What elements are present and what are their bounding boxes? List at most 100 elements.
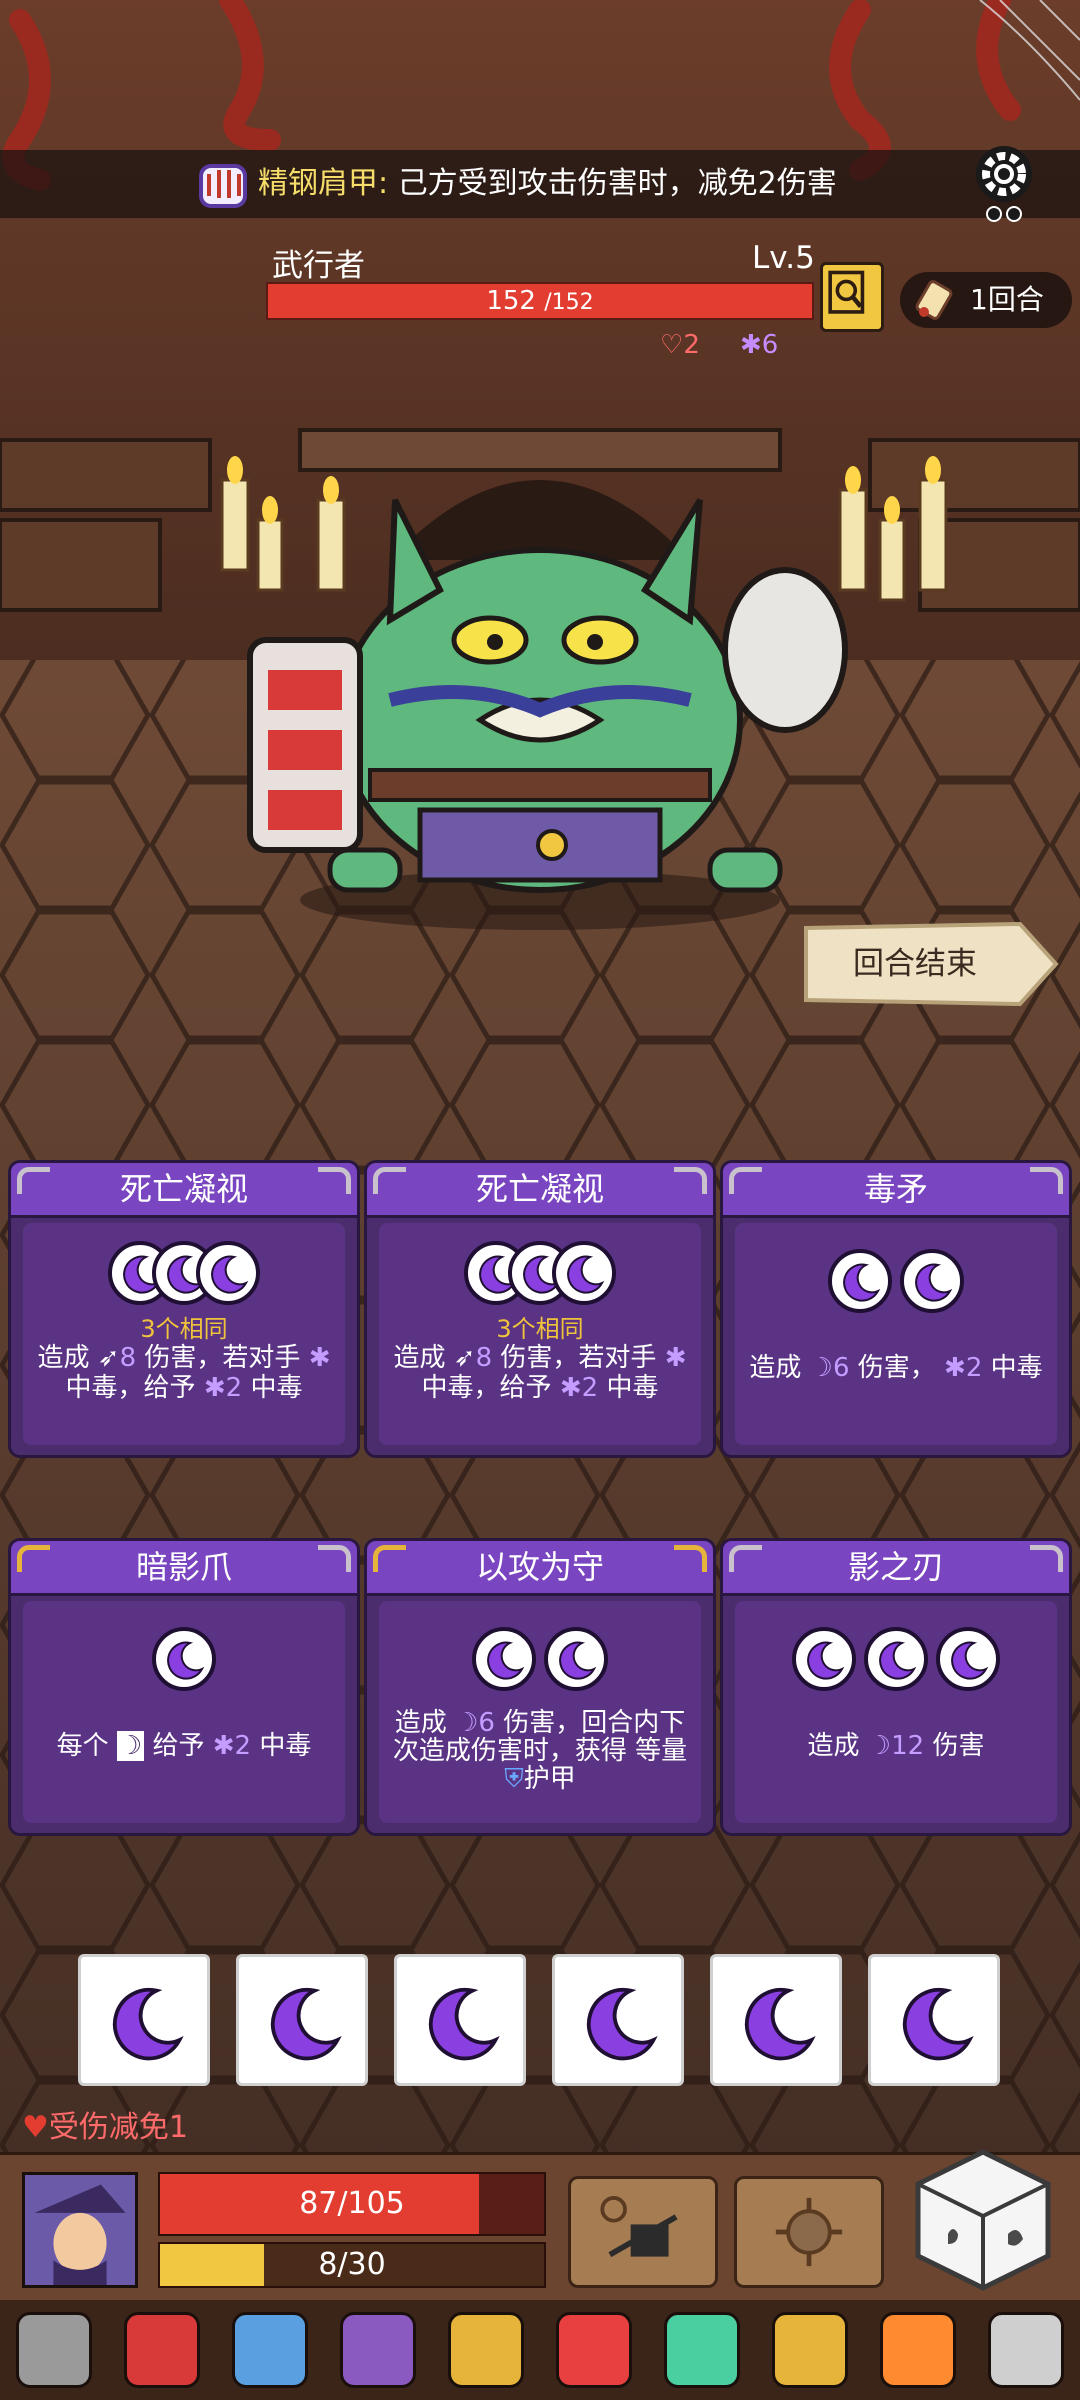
end-turn-button[interactable]: 回合结束 [800,918,1060,1010]
dice-slot[interactable] [552,1241,616,1305]
settings-gear-icon[interactable] [970,140,1038,228]
dice-slot[interactable] [864,1627,928,1691]
fire-dragon-icon[interactable] [124,2312,200,2388]
moon-die[interactable] [868,1954,1000,2086]
relic-name: 精钢肩甲: [258,166,389,201]
desc-text: 造成 [393,1343,446,1373]
moon-icon [428,1987,500,2061]
desc-text: 伤害 [932,1731,985,1761]
card-body: 造成 ☽12 伤害 [735,1601,1057,1823]
card-corner-ornament [318,1545,351,1572]
card-body: 3个相同 造成 ➶8 伤害，若对手 ✱ 中毒，给予 ✱2 中毒 [379,1223,701,1445]
desc-text: 造成 [807,1731,860,1761]
dice-slot[interactable] [792,1627,856,1691]
dice-slots [379,1627,701,1691]
enemy-name: 武行者 [272,248,365,284]
dice-slots [23,1241,345,1305]
enemy-hp-text: 152 /152 [268,284,812,320]
moon-icon [586,1987,658,2061]
desc-text: 中毒 [259,1731,312,1761]
damage-value: 6 [478,1708,495,1738]
scroll-icon[interactable] [988,2312,1064,2388]
skill-card[interactable]: 毒矛造成 ☽6 伤害， ✱2 中毒 [720,1160,1072,1458]
poison-icon: ✱ [664,1343,687,1373]
sword-icon: ➶ [453,1343,476,1373]
poison-value: 2 [225,1373,243,1403]
dice-slot[interactable] [544,1627,608,1691]
skill-card[interactable]: 死亡凝视 3个相同 造成 ➶8 伤害，若对手 ✱ 中毒，给予 ✱2 中毒 [8,1160,360,1458]
skill-card[interactable]: 死亡凝视 3个相同 造成 ➶8 伤害，若对手 ✱ 中毒，给予 ✱2 中毒 [364,1160,716,1458]
witch-hunter-portrait [25,2175,135,2285]
card-description: 造成 ☽6 伤害，回合内下 次造成伤害时，获得 等量 ⛨护甲 [385,1709,695,1793]
poison-icon: ✱ [212,1731,235,1761]
desc-line: 每个 ☽ 给予 ✱2 中毒 [29,1731,339,1761]
moon-icon [559,1641,597,1680]
card-description: 造成 ➶8 伤害，若对手 ✱ 中毒，给予 ✱2 中毒 [29,1343,339,1403]
dice-slot[interactable] [828,1249,892,1313]
knight-helmet-icon[interactable] [16,2312,92,2388]
heart-shield-icon[interactable] [556,2312,632,2388]
enemy-shield-stat: ♡2 [660,330,700,360]
amulet-icon[interactable] [772,2312,848,2388]
desc-text: 护甲 [523,1764,576,1794]
purple-gauntlet-icon[interactable] [340,2312,416,2388]
desc-line: 中毒，给予 ✱2 中毒 [29,1373,339,1403]
green-d20-icon[interactable] [664,2312,740,2388]
roll-dice-button[interactable] [908,2144,1058,2294]
round-counter: 1回合 [900,272,1072,328]
card-description: 造成 ➶8 伤害，若对手 ✱ 中毒，给予 ✱2 中毒 [385,1343,695,1403]
desc-line: ⛨护甲 [385,1765,695,1793]
player-shield-bar: 8/30 [158,2242,546,2288]
desc-text: 中毒 [606,1373,659,1403]
dice-slot[interactable] [152,1627,216,1691]
moon-die[interactable] [710,1954,842,2086]
card-body: 造成 ☽6 伤害，回合内下 次造成伤害时，获得 等量 ⛨护甲 [379,1601,701,1823]
player-avatar[interactable] [22,2172,138,2288]
desc-text: 中毒，给予 [421,1373,552,1403]
skill-card[interactable]: 暗影爪每个 ☽ 给予 ✱2 中毒 [8,1538,360,1836]
dice-slot[interactable] [472,1627,536,1691]
desc-text: 伤害，回合内下 [503,1708,686,1738]
desc-text: 伤害，若对手 [144,1343,301,1373]
moon-damage-icon: ☽ [867,1731,892,1761]
dice-slot[interactable] [900,1249,964,1313]
moon-die-icon: ☽ [116,1731,145,1761]
moon-die[interactable] [552,1954,684,2086]
card-title: 暗影爪 [135,1548,232,1586]
damage-value: 6 [832,1353,850,1383]
end-turn-label: 回合结束 [853,946,977,982]
desc-text: 次造成伤害时，获得 等量 [392,1736,688,1766]
golden-shield-icon[interactable] [448,2312,524,2388]
enemy-hp-max: /152 [544,290,594,315]
ice-sword-icon[interactable] [232,2312,308,2388]
dice-slots [379,1241,701,1305]
fire-gem-icon[interactable] [880,2312,956,2388]
dice-slots [23,1627,345,1691]
relic-description: 己方受到攻击伤害时，减免2伤害 [397,166,837,201]
card-title: 毒矛 [863,1170,928,1208]
explosion-skill-button[interactable] [734,2176,884,2288]
desc-line: 造成 ➶8 伤害，若对手 ✱ [29,1343,339,1373]
poison-icon: ✱ [944,1353,966,1383]
card-header: 毒矛 [723,1163,1069,1218]
damage-value: 12 [891,1731,925,1761]
desc-text: 中毒 [990,1353,1043,1383]
inspect-enemy-button[interactable] [820,262,884,332]
dice-slot[interactable] [936,1627,1000,1691]
same-dice-requirement: 3个相同 [496,1315,584,1343]
moon-die[interactable] [78,1954,210,2086]
lockpick-skill-button[interactable] [568,2176,718,2288]
card-corner-ornament [1030,1167,1063,1194]
scroll-icon [915,280,953,320]
poison-splat-icon: ✱ [740,330,762,360]
card-corner-ornament [729,1167,762,1194]
desc-line: 造成 ☽6 伤害， ✱2 中毒 [741,1353,1051,1383]
damage-reduce-label: 受伤减免1 [48,2110,188,2145]
skill-card[interactable]: 以攻为守 造成 ☽6 伤害，回合内下 次造成伤害时，获得 等量 ⛨护甲 [364,1538,716,1836]
moon-icon [112,1987,184,2061]
dice-slot[interactable] [196,1241,260,1305]
desc-text: 给予 [152,1731,205,1761]
moon-die[interactable] [394,1954,526,2086]
moon-die[interactable] [236,1954,368,2086]
skill-card[interactable]: 影之刃 造成 ☽12 伤害 [720,1538,1072,1836]
